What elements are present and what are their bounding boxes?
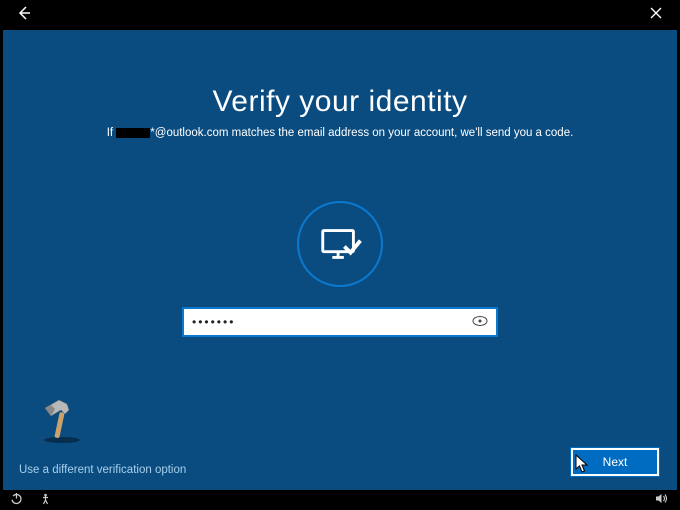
page-title: Verify your identity [3,85,677,119]
hammer-icon [37,394,87,444]
monitor-check-icon [297,201,383,287]
different-verification-link[interactable]: Use a different verification option [19,464,186,476]
masked-value: ••••••• [192,315,472,329]
subtitle-prefix: If [107,127,117,139]
reveal-password-icon[interactable] [472,314,488,330]
volume-icon[interactable] [655,492,670,508]
subtitle-domain: *@outlook.com [150,127,228,139]
verification-input[interactable]: ••••••• [182,307,498,337]
next-button-label: Next [603,455,628,469]
subtitle-suffix: matches the email address on your accoun… [228,127,573,139]
accessibility-icon[interactable] [39,492,52,508]
next-button[interactable]: Next [571,448,659,476]
redacted-email-user [116,128,150,138]
subtitle-text: If *@outlook.com matches the email addre… [3,127,677,139]
verify-identity-panel: Verify your identity If *@outlook.com ma… [3,30,677,490]
close-icon[interactable] [646,6,666,24]
back-icon[interactable] [14,5,34,26]
bottom-bar [0,490,680,510]
power-icon[interactable] [10,492,23,508]
